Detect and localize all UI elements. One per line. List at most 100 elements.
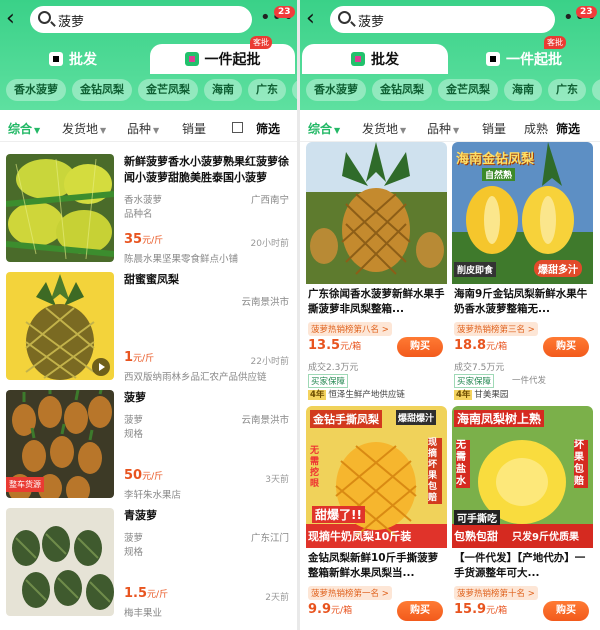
price-value: 18.8 — [454, 338, 487, 353]
product-card[interactable]: 广东徐闻香水菠萝新鲜水果手撕菠萝非凤梨整箱... 菠萝热销榜第八名 > 13.5… — [306, 142, 447, 400]
tab-wholesale[interactable]: 批发 — [0, 44, 146, 74]
filter-bar: 综合 ▼ 发货地 ▼ 品种 ▼ 销量 成熟 筛选 — [300, 114, 600, 142]
search-icon — [338, 11, 351, 24]
image-headline: 海南凤梨树上熟 — [454, 410, 545, 427]
back-icon[interactable]: ‹ — [306, 6, 324, 32]
chip-item[interactable]: 广东 — [248, 79, 286, 101]
filter-all[interactable]: 综合 ▼ — [308, 120, 340, 137]
supplier-name: 恒泽生鲜产地供应链 — [328, 390, 405, 400]
list-item[interactable]: 新鲜菠萝香水小菠萝熟果红菠萝徐闻小菠萝甜脆美胜泰国小菠萝 香水菠萝 广西南宁 品… — [0, 154, 297, 266]
chip-item[interactable]: 金芒凤梨 — [138, 79, 198, 101]
chip-item[interactable]: 海南 — [504, 79, 542, 101]
buy-button[interactable]: 购买 — [397, 601, 443, 621]
sales-volume: 成交7.5万元 — [454, 363, 505, 373]
caret-down-icon: ▼ — [400, 126, 407, 135]
chip-item[interactable]: 金钻凤梨 — [372, 79, 432, 101]
rank-badge[interactable]: 菠萝热销榜第一名 > — [308, 586, 392, 600]
filter-origin[interactable]: 发货地 ▼ — [362, 120, 406, 137]
tab-single-label: 一件起批 — [204, 52, 261, 68]
product-card[interactable]: 海南凤梨树上熟 无需盐水 坏果包赔 可手撕吃 包熟包甜 只发9斤优质果 【一件代… — [452, 406, 593, 630]
buy-button[interactable]: 购买 — [543, 601, 589, 621]
tab-wholesale[interactable]: 批发 — [302, 44, 448, 74]
filter-button[interactable]: 筛选 — [256, 120, 280, 137]
rank-badge[interactable]: 菠萝热销榜第三名 > — [454, 322, 538, 336]
rank-badge[interactable]: 菠萝热销榜第八名 > — [308, 322, 392, 336]
filter-all[interactable]: 综合 ▼ — [8, 120, 40, 137]
grid-view-icon[interactable] — [232, 122, 243, 133]
list-item[interactable]: 整车货源 菠萝 菠萝 云南景洪市 规格 50元/斤 3天前 李轩朱水果店 — [0, 390, 297, 502]
image-tag: 甜爆了!! — [312, 506, 365, 523]
search-row: ‹ 菠萝 ••• 23 — [300, 4, 600, 34]
image-tag: 现摘坏果包赔 — [428, 438, 442, 504]
time: 22小时前 — [250, 357, 289, 367]
buyer-guarantee-tag: 买家保障 — [308, 374, 349, 388]
product-image: 海南金钻凤梨 自然熟 削皮即食 爆甜多汁 — [452, 142, 593, 284]
chip-item[interactable]: 广东 — [548, 79, 586, 101]
list-item[interactable]: 甜蜜蜜凤梨 云南景洪市 1元/斤 22小时前 西双版纳雨林乡品汇农产品供应链 — [0, 272, 297, 384]
rank-badge[interactable]: 菠萝热销榜第十名 > — [454, 586, 538, 600]
image-tag: 坏果包赔 — [574, 440, 588, 488]
time: 20小时前 — [250, 239, 289, 249]
product-image: 整车货源 — [6, 390, 114, 498]
filter-origin-label: 发货地 — [62, 122, 99, 136]
product-image: 金钻手撕凤梨 爆甜爆汁 无需挖眼 现摘坏果包赔 甜爆了!! 现摘牛奶凤梨10斤装 — [306, 406, 447, 548]
product-title: 新鲜菠萝香水小菠萝熟果红菠萝徐闻小菠萝甜脆美胜泰国小菠萝 — [124, 155, 289, 184]
message-badge: 23 — [576, 6, 597, 18]
caret-down-icon: ▼ — [334, 126, 341, 135]
filter-button[interactable]: 筛选 — [556, 120, 580, 137]
price: 35元/斤 — [124, 232, 163, 247]
filter-variety[interactable]: 品种 ▼ — [127, 120, 159, 137]
new-tag: 客批 — [544, 36, 566, 49]
search-input[interactable]: 菠萝 — [330, 6, 555, 33]
new-tag: 客批 — [250, 36, 272, 49]
price: 50元/斤 — [124, 468, 163, 483]
tab-single[interactable]: 一件起批 — [450, 44, 598, 74]
tab-wholesale-label: 批发 — [69, 52, 97, 68]
tab-single[interactable]: 一件起批 — [150, 44, 295, 74]
chip-row: 香水菠萝金钻凤梨金芒凤梨海南广东云 — [300, 78, 600, 104]
filter-sales[interactable]: 销量 — [482, 120, 506, 137]
filter-variety-label: 品种 — [127, 122, 152, 136]
chip-item[interactable]: 金钻凤梨 — [72, 79, 132, 101]
price-unit: 元/斤 — [147, 590, 169, 600]
years-badge: 4年 — [308, 390, 327, 400]
search-query: 菠萝 — [358, 15, 385, 30]
left-screen: ‹ 菠萝 ••• 23 批发 一件起批 客批 香水菠萝金钻凤梨金芒凤梨海南广东云… — [0, 0, 297, 630]
years-badge: 4年 — [454, 390, 473, 400]
price-value: 1.5 — [124, 586, 148, 601]
filter-variety[interactable]: 品种 ▼ — [427, 120, 459, 137]
filter-sales[interactable]: 销量 — [182, 120, 206, 137]
search-input[interactable]: 菠萝 — [30, 6, 252, 33]
chip-item[interactable]: 云 — [292, 79, 297, 101]
image-tag: 爆甜爆汁 — [396, 410, 437, 425]
filter-origin[interactable]: 发货地 ▼ — [62, 120, 106, 137]
right-screen: ‹ 菠萝 ••• 23 批发 一件起批 客批 香水菠萝金钻凤梨金芒凤梨海南广东云… — [300, 0, 600, 630]
chip-item[interactable]: 香水菠萝 — [306, 79, 366, 101]
filter-ripeness[interactable]: 成熟 — [524, 120, 548, 137]
buy-button[interactable]: 购买 — [397, 337, 443, 357]
buy-button[interactable]: 购买 — [543, 337, 589, 357]
filter-bar: 综合 ▼ 发货地 ▼ 品种 ▼ 销量 筛选 — [0, 114, 297, 142]
location: 云南景洪市 — [241, 297, 289, 308]
price: 1.5元/斤 — [124, 586, 168, 601]
product-card[interactable]: 金钻手撕凤梨 爆甜爆汁 无需挖眼 现摘坏果包赔 甜爆了!! 现摘牛奶凤梨10斤装… — [306, 406, 447, 630]
spec-label: 规格 — [124, 429, 144, 440]
play-icon[interactable] — [92, 358, 110, 376]
price-unit: 元/箱 — [331, 606, 353, 616]
caret-down-icon: ▼ — [153, 126, 160, 135]
product-title: 【一件代发】【产地代办】一手货源整年可大... — [454, 552, 586, 579]
single-icon — [486, 52, 500, 66]
chip-item[interactable]: 海南 — [204, 79, 242, 101]
chip-item[interactable]: 香水菠萝 — [6, 79, 66, 101]
product-title: 菠萝 — [124, 391, 146, 404]
price: 9.9元/箱 — [308, 602, 352, 617]
wholesale-icon — [351, 52, 365, 66]
product-card[interactable]: 海南金钻凤梨 自然熟 削皮即食 爆甜多汁 海南9斤金钻凤梨新鲜水果牛奶香水菠萝整… — [452, 142, 593, 400]
chip-item[interactable]: 金芒凤梨 — [438, 79, 498, 101]
shop-name: 陈晨水果坚果零食鲜点小铺 — [124, 254, 239, 265]
chip-item[interactable]: 云 — [592, 79, 600, 101]
list-item[interactable]: 青菠萝 菠萝 广东江门 规格 1.5元/斤 2天前 梅丰果业 — [0, 508, 297, 620]
price-value: 9.9 — [308, 602, 332, 617]
mode-tabs: 批发 一件起批 客批 — [300, 36, 600, 76]
back-icon[interactable]: ‹ — [6, 6, 24, 32]
